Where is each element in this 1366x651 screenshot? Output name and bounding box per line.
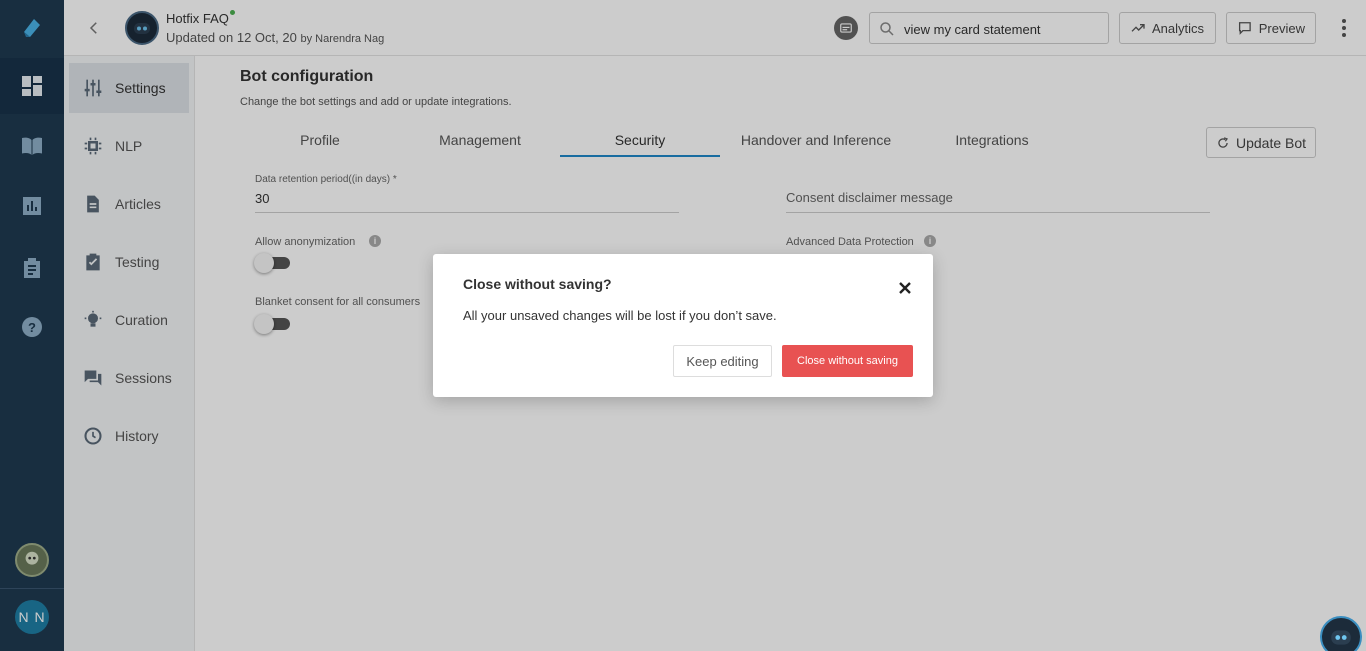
chatbot-launcher-button[interactable] (1320, 616, 1362, 651)
dialog-close-button[interactable] (898, 281, 912, 295)
keep-editing-button[interactable]: Keep editing (673, 345, 772, 377)
close-without-saving-button[interactable]: Close without saving (782, 345, 913, 377)
dialog-title: Close without saving? (463, 276, 612, 292)
dialog-message: All your unsaved changes will be lost if… (463, 308, 777, 323)
confirm-dialog: Close without saving? All your unsaved c… (433, 254, 933, 397)
close-icon (899, 282, 911, 294)
robot-icon (1331, 630, 1351, 645)
